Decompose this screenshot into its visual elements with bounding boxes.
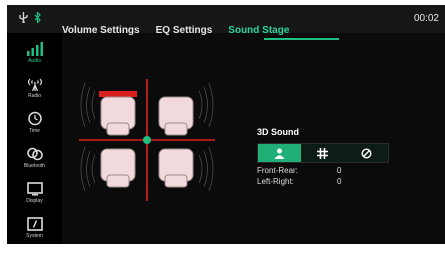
seat-rear-right[interactable] — [158, 148, 194, 188]
mode-off-button[interactable] — [345, 144, 388, 162]
person-icon — [274, 148, 285, 159]
radio-antenna-icon — [27, 78, 42, 91]
sidebar-item-label: Time — [29, 128, 40, 134]
sidebar-item-bluetooth[interactable]: Bluetooth — [7, 140, 62, 175]
display-icon — [26, 181, 43, 195]
left-right-row: Left-Right: 0 — [257, 177, 389, 186]
tab-volume-settings[interactable]: Volume Settings — [62, 25, 140, 36]
sound-wave-lines-right — [198, 82, 214, 192]
tab-sound-stage[interactable]: Sound Stage — [228, 25, 289, 36]
sidebar-item-label: Radio — [27, 92, 42, 99]
sidebar-item-label: System — [26, 232, 43, 239]
sidebar-item-label: Display — [26, 197, 43, 204]
head-unit-screen: 00:02 Audio Radio Time Bluetooth Display… — [7, 5, 445, 244]
sidebar: Audio Radio Time Bluetooth Display Syste… — [7, 33, 62, 244]
usb-icon — [19, 12, 28, 23]
clock-time: 00:02 — [413, 13, 439, 24]
selected-seat-marker — [99, 91, 137, 97]
seat-front-right[interactable] — [158, 96, 194, 136]
sidebar-item-audio[interactable]: Audio — [7, 35, 62, 70]
sidebar-item-radio[interactable]: Radio — [7, 70, 62, 105]
bluetooth-link-icon — [26, 147, 43, 160]
front-rear-label: Front-Rear: — [257, 166, 298, 175]
left-right-label: Left-Right: — [257, 177, 294, 186]
3d-sound-panel: 3D Sound Front-Rear: 0 Left-Right: 0 — [257, 127, 389, 186]
balance-center-dot[interactable] — [143, 136, 151, 144]
system-icon — [26, 216, 43, 231]
sound-stage-seat-map[interactable] — [77, 75, 217, 205]
sidebar-item-system[interactable]: System — [7, 210, 62, 244]
sidebar-item-label: Bluetooth — [23, 162, 46, 169]
front-rear-row: Front-Rear: 0 — [257, 166, 389, 175]
3d-sound-mode-selector — [257, 143, 389, 163]
tab-bar: Volume Settings EQ Settings Sound Stage — [62, 25, 289, 36]
mode-grid-button[interactable] — [301, 144, 344, 162]
sidebar-item-label: Audio — [28, 57, 41, 64]
bluetooth-icon — [34, 12, 41, 23]
active-tab-underline — [264, 38, 339, 40]
sidebar-item-display[interactable]: Display — [7, 175, 62, 210]
front-rear-value: 0 — [337, 166, 342, 175]
tab-eq-settings[interactable]: EQ Settings — [156, 25, 213, 36]
left-right-value: 0 — [337, 177, 342, 186]
audio-bars-icon — [26, 41, 43, 56]
seat-front-left[interactable] — [100, 96, 136, 136]
mode-person-button[interactable] — [258, 144, 302, 162]
seat-rear-left[interactable] — [100, 148, 136, 188]
sound-wave-lines-left — [80, 82, 96, 192]
clock-icon — [27, 111, 42, 126]
off-circle-icon — [361, 147, 372, 159]
status-icons — [19, 12, 41, 23]
sidebar-item-time[interactable]: Time — [7, 105, 62, 140]
3d-sound-title: 3D Sound — [257, 127, 299, 137]
grid-icon — [317, 147, 329, 159]
